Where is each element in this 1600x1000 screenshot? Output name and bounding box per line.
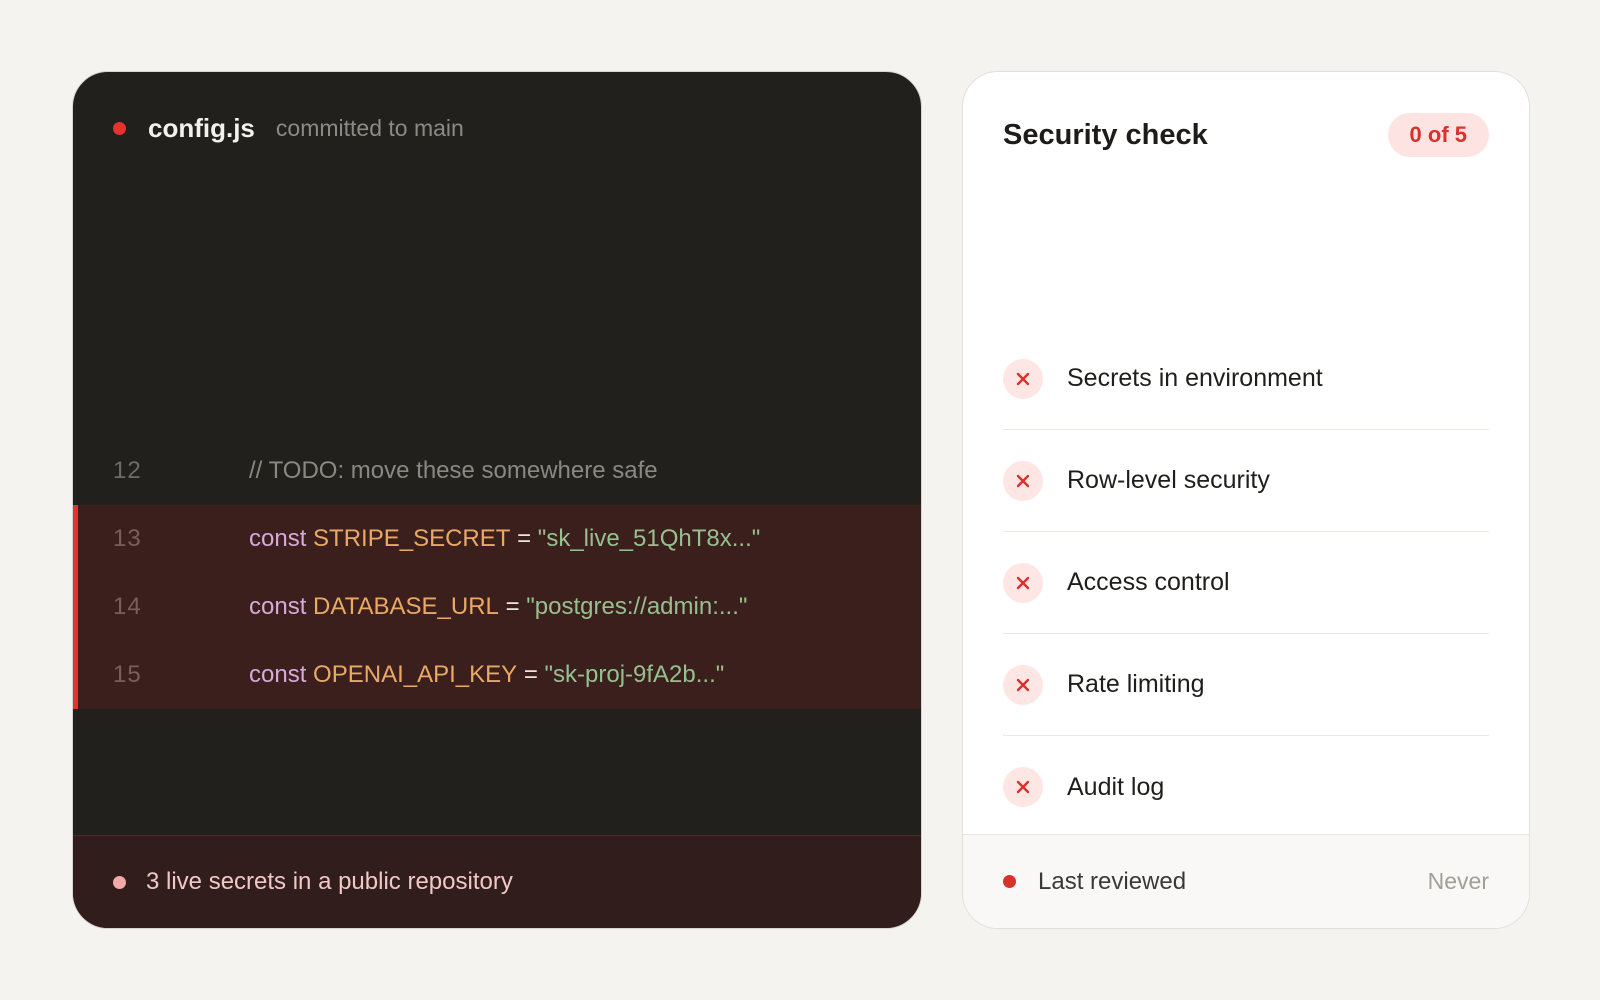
score-badge: 0 of 5 <box>1387 113 1489 157</box>
check-item-secrets: Secrets in environment <box>1003 328 1489 430</box>
code-keyword: const <box>249 661 307 688</box>
security-panel: Security check 0 of 5 Secrets in environ… <box>962 71 1530 929</box>
fail-x-icon <box>1003 767 1043 807</box>
code-line-flagged: 15 const OPENAI_API_KEY = "sk-proj-9fA2b… <box>73 641 921 709</box>
last-reviewed-label: Last reviewed <box>1038 867 1187 895</box>
line-number: 12 <box>113 457 142 484</box>
code-line-flagged: 13 const STRIPE_SECRET = "sk_live_51QhT8… <box>73 505 921 573</box>
code-operator: = <box>523 661 538 688</box>
line-number: 14 <box>113 593 142 620</box>
review-status-dot-icon <box>1003 875 1016 888</box>
file-meta: committed to main <box>275 114 464 141</box>
fail-x-icon <box>1003 460 1043 501</box>
code-comment: // TODO: move these somewhere safe <box>249 457 658 484</box>
secrets-warning: 3 live secrets in a public repository <box>146 868 513 895</box>
code-variable: OPENAI_API_KEY <box>313 661 518 688</box>
check-label: Audit log <box>1067 772 1165 801</box>
line-number: 13 <box>113 525 142 552</box>
code-line-comment: 12 // TODO: move these somewhere safe <box>73 437 921 505</box>
code-operator: = <box>517 525 532 552</box>
warning-dot-icon <box>113 875 126 889</box>
code-keyword: const <box>249 525 307 552</box>
check-item-audit-log: Audit log <box>1003 736 1489 838</box>
security-header: Security check 0 of 5 <box>1003 110 1489 160</box>
check-label: Secrets in environment <box>1067 364 1323 392</box>
fail-x-icon <box>1003 358 1043 399</box>
check-list: Secrets in environment Row-level securit… <box>1003 328 1489 838</box>
code-variable: STRIPE_SECRET <box>313 525 511 552</box>
file-name: config.js <box>148 112 255 143</box>
code-string: "postgres://admin:..." <box>526 593 748 620</box>
code-string: "sk-proj-9fA2b..." <box>544 661 725 688</box>
check-item-row-level: Row-level security <box>1003 430 1489 532</box>
review-footer: Last reviewed Never <box>963 834 1529 928</box>
code-operator: = <box>505 593 520 620</box>
fail-x-icon <box>1003 664 1043 705</box>
fail-x-icon <box>1003 562 1043 603</box>
status-dot-icon <box>113 121 126 135</box>
security-title: Security check <box>1003 118 1208 151</box>
code-footer: 3 live secrets in a public repository <box>73 835 921 928</box>
check-label: Access control <box>1067 568 1230 596</box>
check-item-rate-limiting: Rate limiting <box>1003 634 1489 736</box>
code-variable: DATABASE_URL <box>313 593 499 620</box>
line-number: 15 <box>113 661 142 688</box>
check-item-access-control: Access control <box>1003 532 1489 634</box>
code-header: config.js committed to main <box>73 72 921 184</box>
code-keyword: const <box>249 593 307 620</box>
code-panel: config.js committed to main 12 // TODO: … <box>72 71 922 929</box>
code-string: "sk_live_51QhT8x..." <box>537 525 761 552</box>
code-lines: 12 // TODO: move these somewhere safe 13… <box>73 437 921 709</box>
code-line-flagged: 14 const DATABASE_URL = "postgres://admi… <box>73 573 921 641</box>
check-label: Rate limiting <box>1067 670 1205 698</box>
last-reviewed-value: Never <box>1427 868 1489 894</box>
check-label: Row-level security <box>1067 466 1270 494</box>
